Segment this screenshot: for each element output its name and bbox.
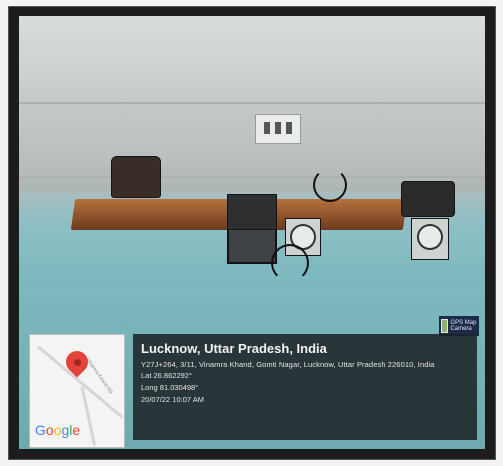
wire-coil-top xyxy=(313,168,347,202)
google-logo: Google xyxy=(35,422,80,438)
google-logo-letter: e xyxy=(72,422,81,438)
power-supply-front xyxy=(228,229,276,263)
location-address: Y27J+264, 3/11, Vinamra Khand, Gomti Nag… xyxy=(141,360,435,369)
location-pin-center xyxy=(74,359,81,366)
stand-assembly xyxy=(401,181,455,217)
wall-edge xyxy=(19,176,485,178)
wall-divider xyxy=(19,102,485,104)
switch-board xyxy=(255,114,301,144)
timestamp-text: 20/07/22 10:07 AM xyxy=(141,395,204,404)
map-thumbnail: Vinamra Khand Rd Google xyxy=(29,334,125,448)
latitude-text: Lat 26.862292° xyxy=(141,371,192,380)
gps-map-camera-badge: GPS Map Camera xyxy=(439,316,479,336)
photo-frame: GPS Map Camera Vinamra Khand Rd Google L… xyxy=(8,6,496,460)
voltmeter-right-dial xyxy=(417,224,443,250)
badge-label: GPS Map Camera xyxy=(450,320,477,332)
lab-bench-photo: GPS Map Camera Vinamra Khand Rd Google L… xyxy=(19,16,485,449)
location-title: Lucknow, Uttar Pradesh, India xyxy=(141,341,327,356)
wire-coil-bottom xyxy=(271,244,309,282)
transformer-unit xyxy=(111,156,161,198)
google-logo-letter: G xyxy=(35,422,46,438)
location-info-panel: Lucknow, Uttar Pradesh, India Y27J+264, … xyxy=(133,334,477,440)
camera-app-icon xyxy=(441,319,449,333)
google-logo-letter: o xyxy=(45,422,54,438)
longitude-text: Long 81.030498° xyxy=(141,383,199,392)
